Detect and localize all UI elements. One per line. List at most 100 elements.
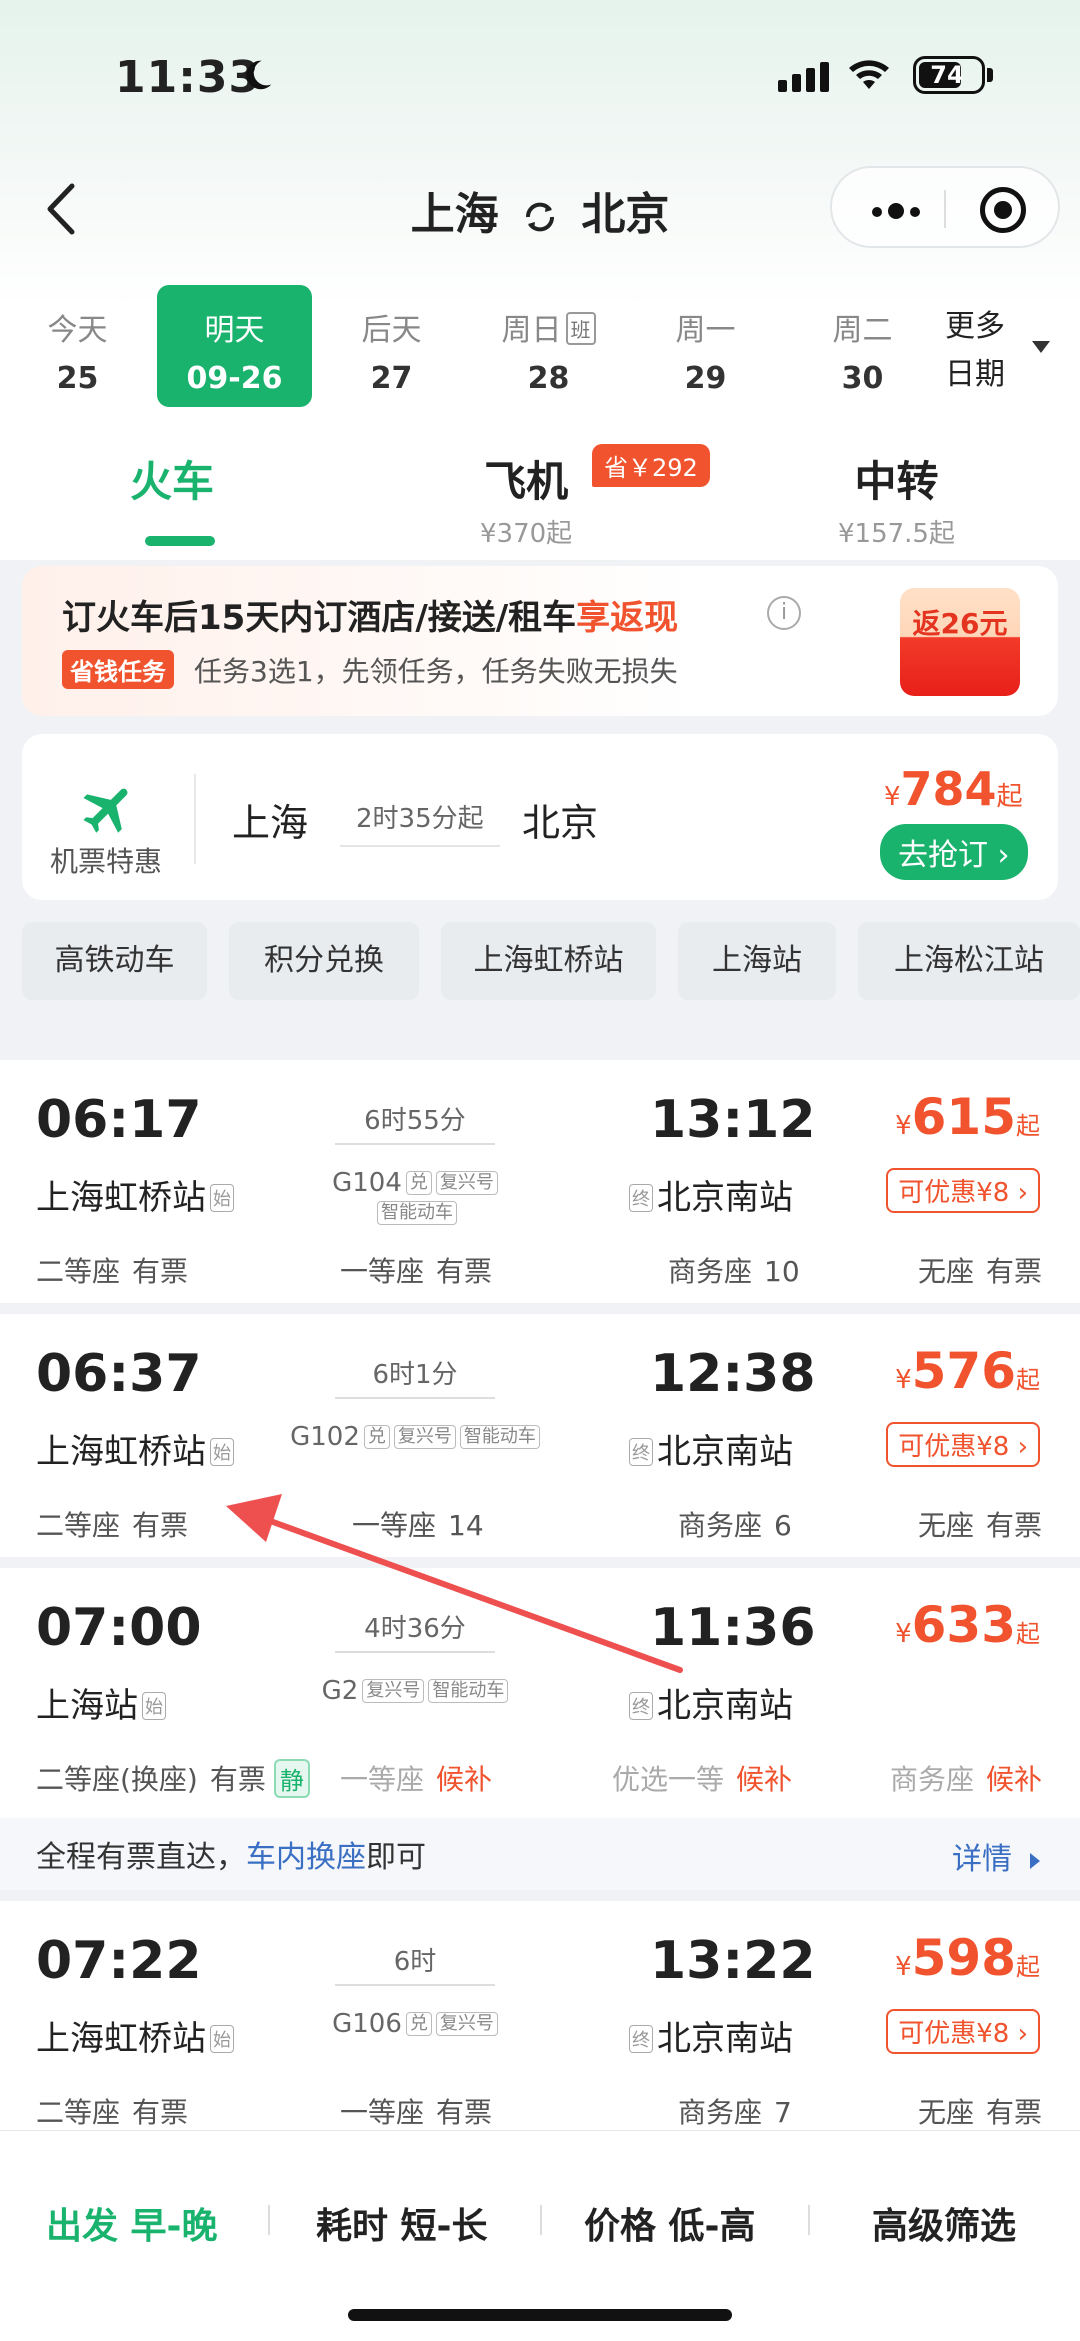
discount-badge[interactable]: 可优惠¥8 › [886,1422,1040,1467]
arrival-time: 12:38 [650,1344,816,1404]
seat-name: 无座 [918,1255,975,1288]
filter-chip-songjiang[interactable]: 上海松江站 [858,922,1080,1000]
arrival-time: 13:12 [650,1090,816,1150]
seat-class: 一等座 14 [352,1504,484,1544]
date-tuesday[interactable]: 周二 30 [785,285,940,407]
train-label: 复兴号 [435,2012,498,2036]
moon-icon [246,60,272,90]
transport-mode-tabs: 火车 飞机 ¥370起 中转 ¥157.5起 [0,430,1080,550]
filter-chip-hongqiao[interactable]: 上海虹桥站 [441,922,656,1000]
train-code-block: G106 兑复兴号 [260,2009,570,2039]
train-row[interactable]: 07:00 上海站始 4时36分 G2 复兴号 智能动车 11:36 终北京南站 ¥… [0,1568,1080,1890]
price-value: 633 [911,1596,1016,1654]
quiet-car-badge: 静 [273,1759,310,1798]
train-code-block: G2 复兴号 智能动车 [260,1676,570,1706]
seat-name: 一等座 [352,1509,437,1542]
train-label: 复兴号 [435,1171,498,1195]
tab-train[interactable]: 火车 [130,448,214,509]
seat-availability: 二等座 有票 一等座 14 商务座 6 无座 有票 [0,1504,1080,1550]
sort-departure[interactable]: 出发 早-晚 [46,2197,217,2249]
tab-transfer[interactable]: 中转 ¥157.5起 [838,448,955,550]
date-tomorrow-selected[interactable]: 明天 09-26 [157,285,312,407]
filter-chip-points[interactable]: 积分兑换 [229,922,419,1000]
seat-name: 二等座 [36,1509,121,1542]
sort-duration[interactable]: 耗时 短-长 [316,2197,487,2249]
flight-price-value: 784 [900,762,997,816]
more-menu-icon[interactable] [872,202,926,221]
date-day: 28 [527,361,570,396]
promo-title-highlight: 享返现 [576,598,679,638]
seat-name: 无座 [918,2096,975,2129]
train-row[interactable]: 07:22 上海虹桥站始 6时 G106 兑复兴号 13:22 终北京南站 ¥59… [0,1901,1080,2141]
arrival-time: 13:22 [650,1931,816,1991]
train-code-block: G104 兑复兴号 智能动车 [260,1168,570,1228]
seat-avail: 有票 [132,1255,189,1288]
filter-chip-shanghai[interactable]: 上海站 [678,922,836,1000]
departure-time: 07:22 [36,1931,202,1991]
cashback-promo-banner[interactable]: 订火车后15天内订酒店/接送/租车享返现 i 省钱任务 任务3选1，先领任务，任… [22,566,1058,716]
terminal-tag: 终 [629,1184,653,1212]
flight-deal-card[interactable]: 机票特惠 上海 2时35分起 北京 ¥784起 去抢订 › [22,734,1058,900]
from-station-name: 上海站 [36,1686,138,1726]
currency-symbol: ¥ [895,1111,912,1141]
from-station: 上海虹桥站始 [36,1170,238,1219]
divider [268,2205,270,2235]
date-sunday[interactable]: 周日班 28 [471,285,626,407]
sort-price[interactable]: 价格 低-高 [584,2197,755,2249]
to-station: 终北京南站 [625,2011,793,2060]
info-icon[interactable]: i [767,596,801,630]
dropdown-arrow-icon [1032,341,1050,353]
seat-avail: 10 [764,1255,800,1288]
date-monday[interactable]: 周一 29 [628,285,783,407]
seat-name: 一等座 [340,2096,425,2129]
price-value: 615 [911,1088,1016,1146]
tab-label: 中转 [854,457,939,506]
tab-flight[interactable]: 飞机 ¥370起 [480,448,572,550]
seat-change-notice[interactable]: 全程有票直达，车内换座即可 详情 [0,1818,1080,1890]
seat-class: 二等座 有票 [36,1504,188,1544]
discount-badge[interactable]: 可优惠¥8 › [886,2009,1040,2054]
capsule-divider [944,190,946,228]
grab-ticket-button[interactable]: 去抢订 › [880,824,1028,880]
trip-duration: 6时55分 [280,1100,550,1145]
train-label: 复兴号 [393,1425,456,1449]
train-row[interactable]: 06:17 上海虹桥站始 6时55分 G104 兑复兴号 智能动车 13:12 终北… [0,1060,1080,1303]
route-to: 北京 [581,189,670,240]
promo-desc: 任务3选1，先领任务，任务失败无损失 [194,655,678,688]
status-bar: 11:33 74 [0,40,1080,120]
red-envelope-icon[interactable]: 返26元 [900,588,1020,696]
discount-badge[interactable]: 可优惠¥8 › [886,1168,1040,1213]
redpack-text: 返26元 [912,607,1008,640]
promo-title: 订火车后15天内订酒店/接送/租车享返现 [62,590,678,639]
seat-avail: 有票 [986,1255,1043,1288]
notice-link[interactable]: 车内换座 [246,1840,366,1875]
terminal-tag: 终 [629,1692,653,1720]
flight-price: ¥784起 [884,762,1023,816]
battery-tip [987,68,993,82]
route-from: 上海 [410,189,499,240]
more-dates-button[interactable]: 更多 日期 [945,303,1025,399]
advanced-filter[interactable]: 高级筛选 [872,2197,1016,2249]
terminal-tag: 终 [629,2025,653,2053]
train-row[interactable]: 06:37 上海虹桥站始 6时1分 G102 兑复兴号 智能动车 12:38 终北京… [0,1314,1080,1557]
close-target-icon[interactable] [980,187,1026,233]
train-code: G2 [321,1676,359,1706]
details-link[interactable]: 详情 [952,1834,1040,1878]
trip-duration: 4时36分 [280,1608,550,1653]
ticket-price: ¥576起 [895,1342,1040,1400]
swap-route-icon[interactable] [520,199,560,235]
price-suffix: 起 [1016,1620,1040,1648]
discount-text: 可优惠¥8 [898,1432,1010,1462]
from-station: 上海虹桥站始 [36,1424,238,1473]
price-value: 598 [911,1929,1016,1987]
seat-class: 商务座 10 [668,1250,800,1290]
date-selector: 今天 25 明天 09-26 后天 27 周日班 28 周一 29 周二 30 更多 日期 [0,285,1080,415]
date-after-tomorrow[interactable]: 后天 27 [314,285,469,407]
active-tab-indicator [145,536,215,546]
seat-name: 二等座 [36,1255,121,1288]
seat-avail: 6 [774,1509,792,1542]
date-today[interactable]: 今天 25 [0,285,155,407]
price-suffix: 起 [1016,1112,1040,1140]
train-label: 智能动车 [428,1679,509,1703]
filter-chip-highspeed[interactable]: 高铁动车 [22,922,207,1000]
